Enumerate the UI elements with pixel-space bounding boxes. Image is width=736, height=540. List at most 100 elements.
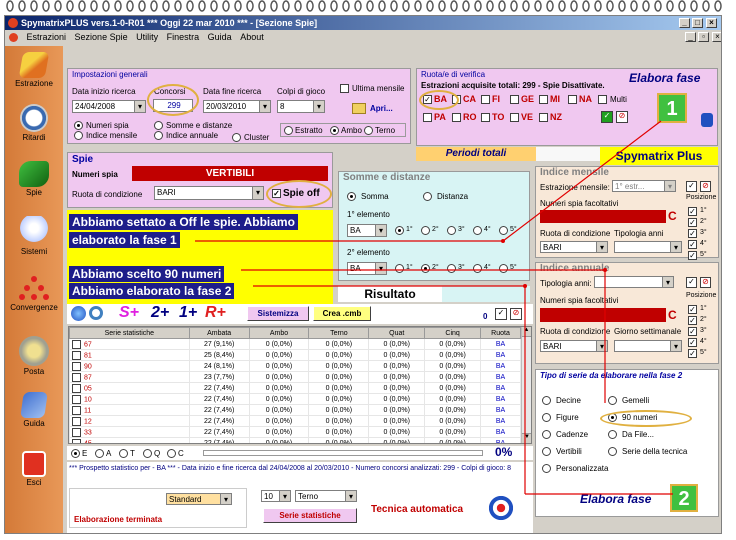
mdi-close-icon[interactable]: × (712, 32, 721, 42)
somme-pos-radio-2-3[interactable] (447, 264, 456, 273)
tool-ritardi[interactable]: Ritardi (5, 104, 63, 142)
table-row[interactable]: 81 25 (8,4%) 0 (0,0%) 0 (0,0%) 0 (0,0%) 0 (0,… (69, 349, 521, 361)
somme-ruota2-select[interactable]: BA (347, 262, 387, 275)
estratto-radio[interactable] (284, 126, 293, 135)
apri-link[interactable]: Apri... (370, 104, 393, 113)
ruota-checkbox-to[interactable] (481, 113, 490, 122)
serie-radio-8[interactable] (608, 447, 617, 456)
serie-radio-5[interactable] (542, 430, 551, 439)
somme-pos-radio-1-3[interactable] (447, 226, 456, 235)
menu-sezione-spie[interactable]: Sezione Spie (75, 32, 128, 42)
close-icon[interactable]: × (706, 18, 717, 28)
row-checkbox[interactable] (72, 339, 81, 349)
numeri-spia-field[interactable]: VERTIBILI (132, 166, 328, 181)
mdi-restore-icon[interactable]: ▫ (698, 32, 709, 42)
one-plus-button[interactable]: 1+ (179, 304, 197, 322)
menu-estrazioni[interactable]: Estrazioni (27, 32, 67, 42)
maximize-icon[interactable]: □ (692, 18, 703, 28)
tool-estrazione[interactable]: Estrazione (5, 52, 63, 88)
r-plus-button[interactable]: R+ (205, 304, 226, 322)
tipo-bottom-select[interactable]: Terno (295, 490, 357, 502)
annuale-pos-checkbox-1[interactable]: ✓ (688, 305, 697, 314)
crea-cmb-button[interactable]: Crea .cmb (313, 306, 371, 321)
table-row[interactable]: 12 22 (7,4%) 0 (0,0%) 0 (0,0%) 0 (0,0%) 0 (0,… (69, 415, 521, 427)
indice-annuale-radio[interactable] (154, 131, 163, 140)
tool-esci[interactable]: Esci (5, 451, 63, 487)
numeri-spia-radio[interactable] (74, 121, 83, 130)
somme-distanze-radio[interactable] (154, 121, 163, 130)
ambo-radio[interactable] (330, 126, 339, 135)
folder-icon[interactable] (352, 103, 366, 114)
ruota-checkbox-ve[interactable] (510, 113, 519, 122)
estrazione-mensile-select[interactable]: 1° estr... (612, 180, 676, 192)
colpi-select[interactable]: 8 (277, 100, 325, 113)
ultima-mensile-checkbox[interactable] (340, 84, 349, 93)
menu-app-icon[interactable] (9, 33, 18, 43)
filter-radio-q[interactable] (143, 449, 152, 458)
terno-radio[interactable] (364, 126, 373, 135)
mensile-numeri-field[interactable] (540, 210, 666, 223)
table-header-3[interactable]: Ambo (248, 327, 310, 339)
confirm-check-icon[interactable]: ✓ (601, 111, 613, 123)
ruota-condizione-select[interactable]: BARI (154, 186, 264, 200)
periodi-totali-button[interactable]: Periodi totali (416, 147, 536, 161)
menu-finestra[interactable]: Finestra (167, 32, 200, 42)
somme-pos-radio-2-5[interactable] (499, 264, 508, 273)
somme-ruota1-select[interactable]: BA (347, 224, 387, 237)
somme-pos-radio-2-1[interactable] (395, 264, 404, 273)
table-header-6[interactable]: Cinq (424, 327, 482, 339)
table-row[interactable]: 90 24 (8,1%) 0 (0,0%) 0 (0,0%) 0 (0,0%) 0 (0,… (69, 360, 521, 372)
filter-radio-t[interactable] (119, 449, 128, 458)
ruota-checkbox-pa[interactable] (423, 113, 432, 122)
annuale-ruota-select[interactable]: BARI (540, 340, 608, 352)
somme-pos-radio-1-5[interactable] (499, 226, 508, 235)
colpi-bottom-select[interactable]: 10 (261, 490, 291, 502)
somme-pos-radio-1-4[interactable] (473, 226, 482, 235)
row-checkbox[interactable] (72, 416, 81, 426)
serie-statistiche-button[interactable]: Serie statistiche (263, 508, 357, 523)
data-inizio-input[interactable]: 24/04/2008 (72, 100, 146, 113)
mensile-tipologia-select[interactable] (614, 241, 682, 253)
annuale-pos-checkbox-4[interactable]: ✓ (688, 338, 697, 347)
row-checkbox[interactable] (72, 350, 81, 360)
s-plus-button[interactable]: S+ (119, 304, 139, 322)
menu-utility[interactable]: Utility (136, 32, 158, 42)
serie-radio-7[interactable] (542, 447, 551, 456)
ruota-checkbox-ro[interactable] (452, 113, 461, 122)
table-scrollbar[interactable]: ▲ ▼ (521, 327, 531, 443)
mensile-cancel-icon[interactable]: ⊘ (700, 181, 711, 192)
table-header-5[interactable]: Quat (368, 327, 426, 339)
mensile-pos-checkbox-4[interactable]: ✓ (688, 240, 697, 249)
tool-posta[interactable]: Posta (5, 336, 63, 376)
table-header-2[interactable]: Ambata (188, 327, 250, 339)
somme-pos-radio-2-2[interactable] (421, 264, 430, 273)
table-cancel-icon[interactable]: ⊘ (510, 308, 522, 320)
mensile-pos-checkbox-2[interactable]: ✓ (688, 218, 697, 227)
annuale-confirm-icon[interactable]: ✓ (686, 277, 697, 288)
table-header-7[interactable]: Ruota (480, 327, 521, 339)
table-confirm-icon[interactable]: ✓ (495, 308, 507, 320)
table-row[interactable]: 45 22 (7,4%) 0 (0,0%) 0 (0,0%) 0 (0,0%) 0 (0,… (69, 437, 521, 443)
minimize-icon[interactable]: _ (679, 18, 690, 28)
mensile-pos-checkbox-5[interactable]: ✓ (688, 251, 697, 260)
table-row[interactable]: 33 22 (7,4%) 0 (0,0%) 0 (0,0%) 0 (0,0%) 0 (0,… (69, 426, 521, 438)
somme-pos-radio-1-1[interactable] (395, 226, 404, 235)
tool-guida[interactable]: Guida (5, 392, 63, 428)
menu-guida[interactable]: Guida (208, 32, 232, 42)
fase1-badge[interactable]: 1 (657, 93, 687, 123)
annuale-cancel-icon[interactable]: ⊘ (700, 277, 711, 288)
filter-radio-a[interactable] (95, 449, 104, 458)
table-row[interactable]: 10 22 (7,4%) 0 (0,0%) 0 (0,0%) 0 (0,0%) 0 (0,… (69, 393, 521, 405)
serie-radio-9[interactable] (542, 464, 551, 473)
cancel-icon[interactable]: ⊘ (616, 111, 628, 123)
serie-radio-1[interactable] (542, 396, 551, 405)
standard-select[interactable]: Standard (166, 493, 232, 505)
annuale-pos-checkbox-2[interactable]: ✓ (688, 316, 697, 325)
serie-radio-3[interactable] (542, 413, 551, 422)
ruota-checkbox-na[interactable] (568, 95, 577, 104)
data-fine-input[interactable]: 20/03/2010 (203, 100, 271, 113)
annuale-giorno-select[interactable] (614, 340, 682, 352)
somme-pos-radio-2-4[interactable] (473, 264, 482, 273)
row-checkbox[interactable] (72, 383, 81, 393)
ruota-checkbox-mi[interactable] (539, 95, 548, 104)
